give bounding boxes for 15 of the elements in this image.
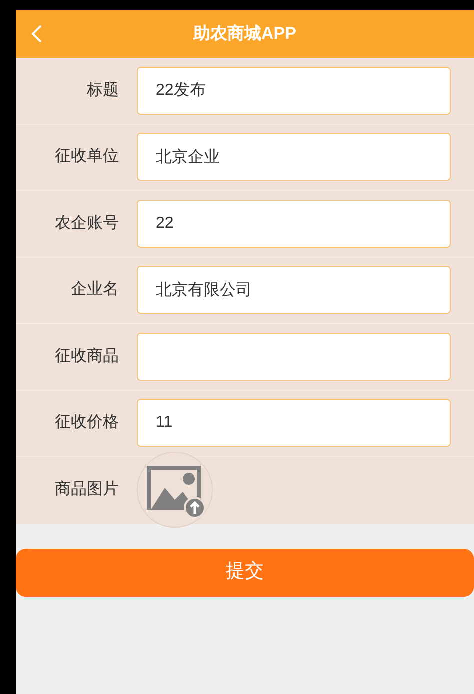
input-field[interactable]: 11 [137,399,451,448]
field-label: 农企账号 [54,214,120,234]
field-label: 商品图片 [54,480,120,500]
input-field[interactable]: 北京企业 [137,133,451,182]
field-label: 标题 [86,80,120,101]
field-label: 征收价格 [54,413,120,434]
back-icon[interactable] [30,24,44,44]
field-label: 征收单位 [54,147,120,168]
input-field[interactable]: 北京有限公司 [137,266,451,314]
input-field[interactable]: 22 [137,200,451,248]
input-field[interactable] [137,332,451,381]
app-title: 助农商城APP [194,23,296,46]
field-label: 征收商品 [54,346,120,367]
input-field[interactable]: 22发布 [137,66,451,115]
field-label: 企业名 [70,280,120,300]
